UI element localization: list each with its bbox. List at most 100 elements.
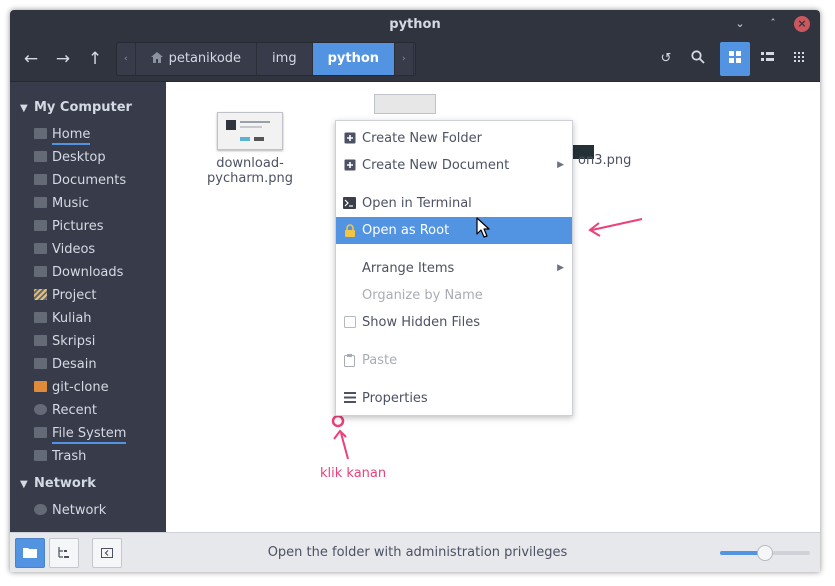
menu-item-open-in-terminal[interactable]: Open in Terminal xyxy=(336,190,572,217)
paste-icon xyxy=(343,354,356,367)
context-menu: Create New Folder Create New Document ▶ O… xyxy=(335,120,573,416)
menu-item-label: Organize by Name xyxy=(362,288,483,303)
section-label: Network xyxy=(34,476,96,491)
menu-item-label: Paste xyxy=(362,353,398,368)
show-places-button[interactable] xyxy=(15,538,45,568)
sidebar-item-label: Videos xyxy=(52,242,96,257)
home-folder-icon xyxy=(34,128,47,139)
documents-icon xyxy=(34,174,47,185)
folder-icon xyxy=(34,358,47,369)
checkbox[interactable] xyxy=(343,316,356,329)
toggle-location-icon[interactable]: ↺ xyxy=(651,42,681,76)
menu-item-paste: Paste xyxy=(336,347,572,374)
breadcrumb-right-arrow[interactable]: › xyxy=(395,43,414,75)
sidebar-item-project[interactable]: Project xyxy=(34,286,96,306)
sidebar-item-label: Pictures xyxy=(52,219,104,234)
breadcrumb-python[interactable]: python xyxy=(312,43,396,75)
menu-item-open-as-root[interactable]: Open as Root xyxy=(336,217,572,244)
sidebar-item-label: git-clone xyxy=(52,380,109,395)
sidebar-item-trash[interactable]: Trash xyxy=(34,447,86,467)
recent-icon xyxy=(34,404,47,415)
submenu-arrow-icon: ▶ xyxy=(557,160,564,170)
lock-icon xyxy=(343,224,356,237)
submenu-arrow-icon: ▶ xyxy=(557,263,564,273)
sidebar-item-file-system[interactable]: File System xyxy=(34,424,127,444)
new-folder-icon xyxy=(343,132,356,145)
section-my-computer[interactable]: ▼ My Computer xyxy=(20,100,132,115)
drive-icon xyxy=(34,427,47,438)
properties-icon xyxy=(343,392,356,405)
folder-icon xyxy=(34,312,47,323)
downloads-icon xyxy=(34,266,47,277)
sidebar-item-label: Project xyxy=(52,288,97,303)
file-manager-window: python ⌄ ˆ × ← → ↑ ‹ petanikode img pyth… xyxy=(10,10,820,572)
menu-item-label: Show Hidden Files xyxy=(362,315,480,330)
window-title: python xyxy=(389,17,441,32)
trash-icon xyxy=(34,450,47,461)
breadcrumb: ‹ petanikode img python › xyxy=(116,42,416,76)
pictures-icon xyxy=(34,220,47,231)
menu-item-properties[interactable]: Properties xyxy=(336,385,572,412)
sidebar-item-videos[interactable]: Videos xyxy=(34,240,95,260)
show-tree-button[interactable] xyxy=(49,538,79,568)
sidebar-item-label: Kuliah xyxy=(52,311,92,326)
sidebar-item-kuliah[interactable]: Kuliah xyxy=(34,309,92,329)
sidebar-item-recent[interactable]: Recent xyxy=(34,401,97,421)
desktop-icon xyxy=(34,151,47,162)
section-network[interactable]: ▼ Network xyxy=(20,476,96,491)
sidebar-item-documents[interactable]: Documents xyxy=(34,171,126,191)
terminal-icon xyxy=(343,197,356,210)
menu-item-create-new-document[interactable]: Create New Document ▶ xyxy=(336,152,572,179)
search-icon[interactable] xyxy=(683,42,713,76)
zoom-slider[interactable] xyxy=(720,545,810,561)
menu-item-arrange-items[interactable]: Arrange Items ▶ xyxy=(336,255,572,282)
sidebar-item-home[interactable]: Home xyxy=(34,125,91,145)
mouse-pointer-icon xyxy=(476,217,490,238)
sidebar-item-label: Recent xyxy=(52,403,97,418)
titlebar: python ⌄ ˆ × xyxy=(10,10,820,40)
sidebar-item-desain[interactable]: Desain xyxy=(34,355,97,375)
menu-item-label: Create New Document xyxy=(362,158,510,173)
forward-icon[interactable]: → xyxy=(48,44,78,74)
compact-view-button[interactable] xyxy=(784,42,814,76)
sidebar-item-label: File System xyxy=(52,426,127,444)
breadcrumb-left-arrow[interactable]: ‹ xyxy=(117,43,136,75)
close-button[interactable]: × xyxy=(794,16,810,32)
menu-item-label: Arrange Items xyxy=(362,261,455,276)
menu-item-label: Properties xyxy=(362,391,428,406)
list-view-button[interactable] xyxy=(752,42,782,76)
minimize-button[interactable]: ⌄ xyxy=(732,16,748,32)
statusbar: Open the folder with administration priv… xyxy=(10,532,820,572)
up-icon[interactable]: ↑ xyxy=(80,44,110,74)
sidebar-item-downloads[interactable]: Downloads xyxy=(34,263,123,283)
sidebar-item-skripsi[interactable]: Skripsi xyxy=(34,332,95,352)
sidebar-item-pictures[interactable]: Pictures xyxy=(34,217,103,237)
home-icon xyxy=(150,44,163,63)
videos-icon xyxy=(34,243,47,254)
sidebar-item-label: Desktop xyxy=(52,150,106,165)
menu-separator xyxy=(336,340,572,341)
toolbar: ← → ↑ ‹ petanikode img python › ↺ xyxy=(10,40,820,82)
toggle-sidebar-button[interactable] xyxy=(92,538,122,568)
menu-separator xyxy=(336,183,572,184)
back-icon[interactable]: ← xyxy=(16,44,46,74)
breadcrumb-label: petanikode xyxy=(168,51,242,66)
menu-item-show-hidden-files[interactable]: Show Hidden Files xyxy=(336,309,572,336)
sidebar-item-label: Documents xyxy=(52,173,127,188)
menu-item-label: Create New Folder xyxy=(362,131,482,146)
expand-triangle-icon: ▼ xyxy=(20,103,28,114)
sidebar-item-label: Trash xyxy=(52,449,87,464)
breadcrumb-img[interactable]: img xyxy=(257,43,313,75)
sidebar-item-label: Home xyxy=(52,127,91,145)
zoom-slider-handle[interactable] xyxy=(757,545,773,561)
sidebar-item-git-clone[interactable]: git-clone xyxy=(34,378,109,398)
icon-view-button[interactable] xyxy=(720,42,750,76)
menu-item-create-new-folder[interactable]: Create New Folder xyxy=(336,125,572,152)
sidebar-item-music[interactable]: Music xyxy=(34,194,89,214)
maximize-button[interactable]: ˆ xyxy=(765,16,781,32)
section-label: My Computer xyxy=(34,100,132,115)
breadcrumb-petanikode[interactable]: petanikode xyxy=(136,43,258,75)
sidebar-item-network[interactable]: Network xyxy=(34,501,106,521)
sidebar-item-desktop[interactable]: Desktop xyxy=(34,148,106,168)
new-document-icon xyxy=(343,159,356,172)
